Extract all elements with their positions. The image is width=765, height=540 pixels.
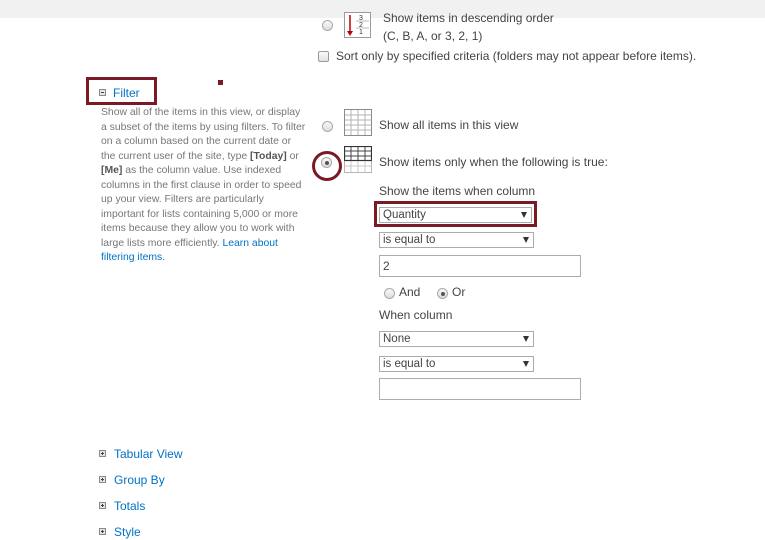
all-items-grid-icon (344, 109, 372, 136)
filter-highlight-box (86, 77, 157, 105)
today-keyword: [Today] (250, 150, 287, 162)
show-all-radio[interactable] (322, 121, 333, 132)
quantity-highlight-box (374, 201, 537, 227)
and-label: And (399, 285, 421, 299)
sort-only-checkbox[interactable] (318, 51, 329, 62)
when-column-label: When column (379, 308, 453, 322)
filter-column-2-select[interactable]: None (379, 331, 534, 347)
or-radio[interactable] (437, 288, 448, 299)
filter-value-1-input[interactable]: 2 (379, 255, 581, 277)
style-section[interactable]: Style (114, 525, 141, 539)
show-all-label: Show all items in this view (379, 118, 519, 132)
dropdown-arrow-icon (523, 361, 529, 367)
filtered-items-grid-icon (344, 146, 372, 173)
me-keyword: [Me] (101, 165, 123, 176)
expand-icon[interactable] (99, 502, 106, 509)
tabular-view-section[interactable]: Tabular View (114, 447, 182, 461)
filter-column-2-value: None (383, 333, 411, 345)
dropdown-arrow-icon (523, 336, 529, 342)
sort-descending-radio[interactable] (322, 20, 333, 31)
svg-text:3: 3 (359, 15, 363, 22)
or-label: Or (452, 285, 466, 299)
show-when-label: Show items only when the following is tr… (379, 155, 608, 169)
and-radio[interactable] (384, 288, 395, 299)
svg-text:2: 2 (359, 22, 363, 29)
sort-only-label: Sort only by specified criteria (folders… (336, 49, 697, 63)
sort-descending-example: (C, B, A, or 3, 2, 1) (383, 29, 483, 43)
svg-text:1: 1 (359, 29, 363, 36)
group-by-section[interactable]: Group By (114, 473, 165, 487)
filter-value-2-input[interactable] (379, 378, 581, 400)
filter-operator-2-select[interactable]: is equal to (379, 356, 534, 372)
filter-operator-2-value: is equal to (383, 358, 436, 370)
filter-operator-1-select[interactable]: is equal to (379, 232, 534, 248)
filter-operator-1-value: is equal to (383, 234, 436, 246)
radio-highlight-circle (312, 151, 342, 181)
sort-descending-label: Show items in descending order (383, 11, 554, 25)
dropdown-arrow-icon (523, 237, 529, 243)
annotation-dot (218, 80, 223, 85)
filter-description: Show all of the items in this view, or d… (101, 107, 306, 263)
expand-icon[interactable] (99, 450, 106, 457)
totals-section[interactable]: Totals (114, 499, 145, 513)
expand-icon[interactable] (99, 476, 106, 483)
show-items-when-column-label: Show the items when column (379, 184, 536, 198)
descending-order-icon: 3 2 1 (344, 12, 371, 38)
expand-icon[interactable] (99, 528, 106, 535)
